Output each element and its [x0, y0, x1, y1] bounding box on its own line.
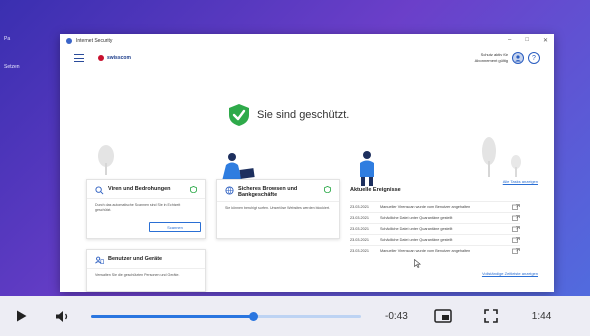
subscription-info[interactable]: Schutz aktiv für Abonnement gültig	[475, 52, 508, 64]
video-area[interactable]: Pa Setzen Internet Security – □ ✕ swissc…	[0, 0, 590, 296]
event-date: 23.03.2021	[350, 249, 370, 253]
desktop-item-0: Pa	[4, 36, 11, 42]
menu-icon[interactable]	[74, 54, 84, 62]
time-remaining: -0:43	[385, 310, 408, 322]
open-details-icon[interactable]	[512, 248, 520, 254]
event-text: Schädliche Datei unter Quarantäne gestel…	[380, 216, 453, 220]
window-controls: – □ ✕	[508, 37, 548, 44]
event-list: 23.03.2021 Manueller Virenscan wurde vom …	[350, 201, 520, 256]
brand-name: swisscom	[107, 55, 131, 61]
desktop-icons: Pa Setzen	[4, 36, 44, 92]
full-timeline-link[interactable]: Vollständige Zeitleiste anzeigen	[482, 271, 538, 276]
scan-button[interactable]: Scannen	[149, 222, 201, 232]
tree-illustration-left	[98, 145, 114, 175]
event-text: Schädliche Datei unter Quarantäne gestel…	[380, 227, 453, 231]
card-viruses[interactable]: Viren und Bedrohungen Durch das automati…	[86, 179, 206, 239]
card-browsing-title: Sicheres Browsen und Bankgeschäfte	[238, 186, 298, 198]
mouse-cursor-icon	[414, 259, 421, 268]
card-browsing-body: Sie können beruhigt surfen. Unseriöse We…	[217, 201, 339, 215]
close-button[interactable]: ✕	[543, 37, 548, 44]
all-tasks-link[interactable]: Alle Tasks anzeigen	[503, 179, 538, 184]
globe-lock-icon	[225, 186, 234, 195]
event-row[interactable]: 23.03.2021 Manueller Virenscan wurde vom …	[350, 201, 520, 212]
brand-mark-icon	[98, 55, 104, 61]
card-users[interactable]: Benutzer und Geräte Verwalten Sie die ge…	[86, 249, 206, 292]
window-titlebar: Internet Security – □ ✕	[60, 34, 554, 47]
open-details-icon[interactable]	[512, 237, 520, 243]
fullscreen-icon[interactable]	[483, 309, 498, 323]
card-browsing-header: Sicheres Browsen und Bankgeschäfte	[217, 180, 339, 201]
open-details-icon[interactable]	[512, 215, 520, 221]
desktop-item-1: Setzen	[4, 64, 20, 70]
brand-logo: swisscom	[98, 55, 131, 61]
event-text: Manueller Virenscan wurde vom Benutzer a…	[380, 205, 471, 209]
app-icon	[66, 37, 72, 44]
progress-fill	[91, 314, 253, 318]
video-player-controls: -0:43 1:44	[0, 296, 590, 336]
users-devices-icon	[95, 256, 104, 264]
event-row[interactable]: 23.03.2021 Manueller Virenscan wurde vom …	[350, 245, 520, 256]
card-users-title: Benutzer und Geräte	[108, 256, 163, 262]
subscription-line-2: Abonnement gültig	[474, 58, 508, 63]
help-icon[interactable]: ?	[528, 52, 540, 64]
recent-events: Aktuelle Ereignisse 23.03.2021 Manueller …	[350, 187, 520, 256]
app-header: swisscom Schutz aktiv für Abonnement gül…	[60, 47, 554, 69]
event-date: 23.03.2021	[350, 227, 370, 231]
tree-illustration-right	[482, 137, 496, 177]
card-viruses-body: Durch das automatische Scannen sind Sie …	[87, 198, 205, 217]
open-details-icon[interactable]	[512, 226, 520, 232]
event-row[interactable]: 23.03.2021 Schädliche Datei unter Quarant…	[350, 223, 520, 234]
event-date: 23.03.2021	[350, 238, 370, 242]
status-message: Sie sind geschützt.	[257, 109, 350, 121]
event-text: Schädliche Datei unter Quarantäne gestel…	[380, 238, 453, 242]
account-icon[interactable]	[512, 52, 524, 64]
video-duration: 1:44	[531, 310, 552, 322]
event-date: 23.03.2021	[350, 205, 370, 209]
progress-thumb[interactable]	[249, 311, 258, 321]
card-viruses-header: Viren und Bedrohungen	[87, 180, 205, 198]
tree-illustration-small	[511, 155, 521, 177]
header-right: Schutz aktiv für Abonnement gültig ?	[475, 52, 540, 64]
card-users-header: Benutzer und Geräte	[87, 250, 205, 268]
shield-check-icon	[229, 104, 249, 126]
open-details-icon[interactable]	[512, 204, 520, 210]
volume-icon[interactable]	[55, 310, 71, 323]
minimize-button[interactable]: –	[508, 37, 511, 44]
status-ok-icon	[324, 186, 331, 193]
card-browsing[interactable]: Sicheres Browsen und Bankgeschäfte Sie k…	[216, 179, 340, 239]
card-viruses-title: Viren und Bedrohungen	[108, 186, 171, 192]
window-title: Internet Security	[76, 37, 113, 44]
event-date: 23.03.2021	[350, 216, 370, 220]
event-text: Manueller Virenscan wurde vom Benutzer a…	[380, 249, 471, 253]
app-window: Internet Security – □ ✕ swisscom Schutz …	[60, 34, 554, 292]
maximize-button[interactable]: □	[525, 37, 529, 44]
recent-events-title: Aktuelle Ereignisse	[350, 187, 401, 193]
event-row[interactable]: 23.03.2021 Schädliche Datei unter Quarant…	[350, 212, 520, 223]
status-ok-icon	[190, 186, 197, 193]
play-icon[interactable]	[16, 310, 27, 322]
progress-bar[interactable]	[91, 311, 361, 321]
event-row[interactable]: 23.03.2021 Schädliche Datei unter Quarant…	[350, 234, 520, 245]
protection-status: Sie sind geschützt.	[228, 103, 349, 127]
hero-section: Sie sind geschützt. Alle Tasks anzeigen	[60, 69, 554, 187]
person-with-phone-illustration	[360, 151, 374, 186]
picture-in-picture-icon[interactable]	[434, 309, 452, 323]
card-users-body: Verwalten Sie die geschützten Personen u…	[87, 268, 205, 282]
virus-search-icon	[95, 186, 104, 195]
